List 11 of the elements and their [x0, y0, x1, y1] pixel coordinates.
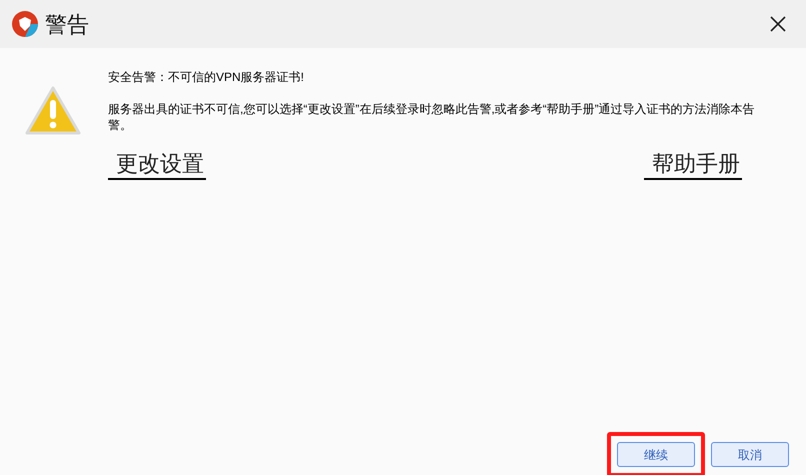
app-logo-icon — [11, 10, 39, 38]
help-link[interactable]: 帮助手册 — [644, 153, 742, 180]
help-link[interactable]: 更改设置 — [108, 153, 206, 180]
warning-icon — [25, 86, 81, 136]
window-title: 警告 — [45, 10, 89, 38]
alert-message: 服务器出具的证书不可信,您可以选择“更改设置”在后续登录时忽略此告警,或者参考“帮助手册”通过导入证书的方法消除本告警。 — [108, 101, 756, 133]
close-icon — [770, 16, 786, 32]
alert-heading: 安全告警：不可信的VPN服务器证书! — [108, 69, 306, 85]
close-button[interactable] — [768, 14, 788, 34]
dialog-button[interactable]: 取消 — [711, 442, 789, 467]
dialog-button[interactable]: 继续 — [617, 442, 695, 467]
